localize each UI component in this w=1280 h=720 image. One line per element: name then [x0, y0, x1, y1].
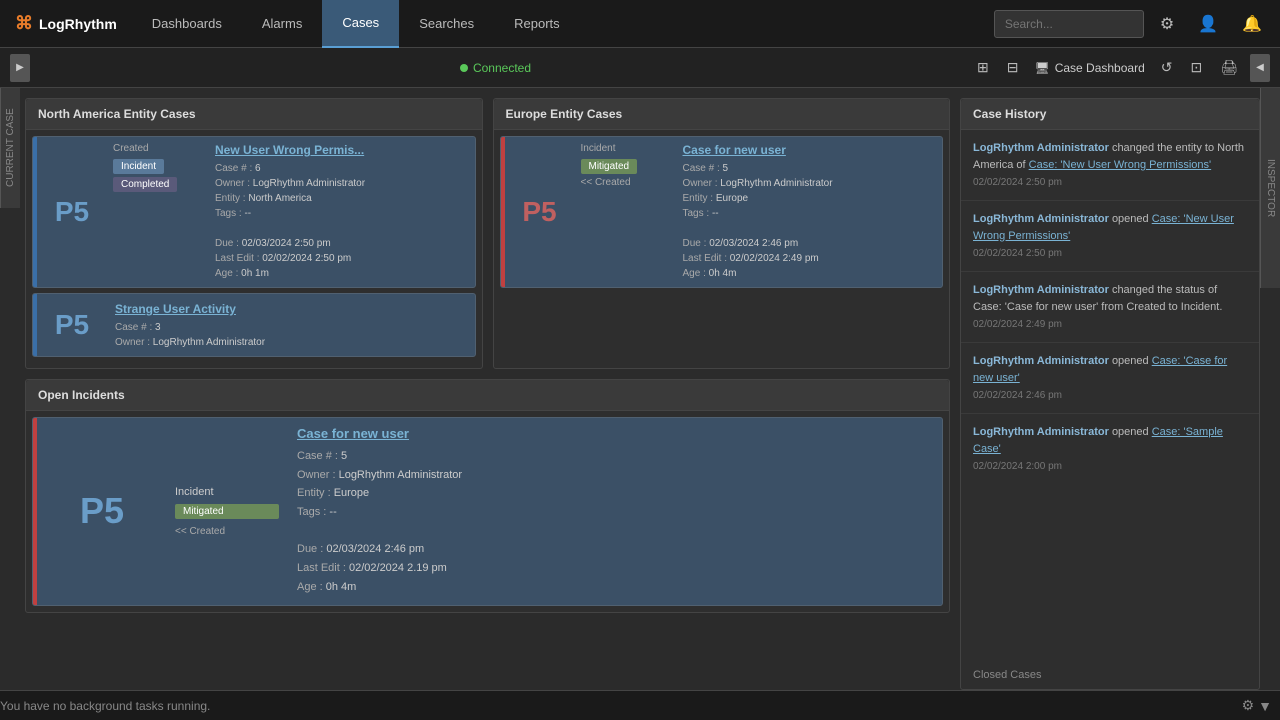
- open-incidents-body: P5 Incident Mitigated << Created Case fo…: [26, 411, 949, 612]
- case-meta-1: Case # : 6 Owner : LogRhythm Administrat…: [215, 161, 467, 281]
- current-case-tab[interactable]: CURRENT CASE: [0, 88, 20, 208]
- monitor-icon: 🖥: [1034, 61, 1049, 75]
- inspector-tab[interactable]: INSPECTOR: [1260, 88, 1280, 288]
- europe-case-title[interactable]: Case for new user: [683, 143, 935, 157]
- download-icon[interactable]: ▼: [1258, 698, 1272, 714]
- case-priority-2: P5: [37, 294, 107, 356]
- logo-text: LogRhythm: [39, 16, 117, 32]
- logo: ⌘ LogRhythm: [0, 13, 132, 34]
- europe-case-meta: Case # : 5 Owner : LogRhythm Administrat…: [683, 161, 935, 281]
- logo-icon: ⌘: [15, 13, 33, 34]
- nav-cases[interactable]: Cases: [322, 0, 399, 48]
- list-item: LogRhythm Administrator changed the enti…: [961, 130, 1259, 201]
- layout-icon-2[interactable]: ⊟: [1001, 57, 1025, 78]
- list-item: LogRhythm Administrator changed the stat…: [961, 272, 1259, 343]
- right-toggle-button[interactable]: ◀: [1250, 54, 1270, 82]
- top-nav: ⌘ LogRhythm Dashboards Alarms Cases Sear…: [0, 0, 1280, 48]
- status-bar-right: ⚙ ▼: [1242, 697, 1280, 714]
- connected-badge: Connected: [460, 61, 531, 75]
- case-history-header: Case History: [961, 99, 1259, 130]
- case-title-2[interactable]: Strange User Activity: [115, 302, 467, 316]
- left-panel: North America Entity Cases P5 Created In…: [25, 88, 950, 690]
- closed-cases-section: Closed Cases: [961, 659, 1259, 689]
- incident-info: Case for new user Case # : 5 Owner : Log…: [287, 418, 942, 605]
- north-america-cases-box: North America Entity Cases P5 Created In…: [25, 98, 483, 369]
- list-item: LogRhythm Administrator opened Case: 'Ca…: [961, 343, 1259, 414]
- connected-label: Connected: [473, 61, 531, 75]
- incident-meta: Case # : 5 Owner : LogRhythm Administrat…: [297, 447, 932, 597]
- list-item: LogRhythm Administrator opened Case: 'Sa…: [961, 414, 1259, 484]
- europe-body: P5 Incident Mitigated << Created Case fo…: [494, 130, 950, 299]
- settings-icon[interactable]: ⚙: [1242, 697, 1255, 714]
- expand-icon[interactable]: ⊡: [1184, 57, 1208, 78]
- case-meta-2: Case # : 3 Owner : LogRhythm Administrat…: [115, 320, 467, 350]
- refresh-icon[interactable]: ↺: [1155, 57, 1179, 78]
- nav-alarms[interactable]: Alarms: [242, 0, 322, 48]
- search-input[interactable]: [994, 10, 1144, 38]
- incident-status-col: Incident Mitigated << Created: [167, 418, 287, 605]
- history-link-0[interactable]: Case: 'New User Wrong Permissions': [1029, 159, 1212, 171]
- entity-cases-section: North America Entity Cases P5 Created In…: [25, 98, 950, 369]
- case-title-1[interactable]: New User Wrong Permis...: [215, 143, 467, 157]
- status-bar: You have no background tasks running. ⚙ …: [0, 690, 1280, 720]
- open-incidents-box: Open Incidents P5 Incident Mitigated << …: [25, 379, 950, 613]
- print-icon[interactable]: 🖨: [1214, 57, 1244, 78]
- list-item: P5 Incident Mitigated << Created Case fo…: [32, 417, 943, 606]
- north-america-header: North America Entity Cases: [26, 99, 482, 130]
- open-incidents-header: Open Incidents: [26, 380, 949, 411]
- europe-case-priority: P5: [505, 137, 575, 287]
- nav-right: ⚙ 👤 🔔: [994, 10, 1280, 38]
- table-row: P5 Incident Mitigated << Created Case fo…: [500, 136, 944, 288]
- case-priority-1: P5: [37, 137, 107, 287]
- nav-searches[interactable]: Searches: [399, 0, 494, 48]
- history-list: LogRhythm Administrator changed the enti…: [961, 130, 1259, 654]
- incident-priority: P5: [37, 418, 167, 605]
- incident-mitigated-badge: Mitigated: [175, 504, 279, 519]
- filter-icon[interactable]: ⚙: [1152, 10, 1182, 38]
- main-content: North America Entity Cases P5 Created In…: [0, 88, 1280, 690]
- sidebar-toggle-button[interactable]: ▶: [10, 54, 30, 82]
- nav-dashboards[interactable]: Dashboards: [132, 0, 242, 48]
- case-info-2: Strange User Activity Case # : 3 Owner :…: [107, 294, 475, 356]
- case-history-panel: Case History LogRhythm Administrator cha…: [960, 98, 1260, 690]
- incident-title[interactable]: Case for new user: [297, 426, 932, 441]
- list-item: LogRhythm Administrator opened Case: 'Ne…: [961, 201, 1259, 272]
- layout-icon-1[interactable]: ⊞: [971, 57, 995, 78]
- case-dashboard-label: 🖥 Case Dashboard: [1034, 61, 1144, 75]
- north-america-body: P5 Created Incident Completed New User W…: [26, 130, 482, 368]
- sub-header-icons: ↺ ⊡ 🖨 ◀: [1155, 54, 1270, 82]
- europe-case-info: Case for new user Case # : 5 Owner : Log…: [675, 137, 943, 287]
- completed-badge-1: Completed: [113, 177, 177, 192]
- nav-reports[interactable]: Reports: [494, 0, 580, 48]
- europe-cases-box: Europe Entity Cases P5 Incident Mitigate…: [493, 98, 951, 369]
- table-row: P5 Created Incident Completed New User W…: [32, 136, 476, 288]
- status-message: You have no background tasks running.: [0, 699, 210, 713]
- europe-header: Europe Entity Cases: [494, 99, 950, 130]
- table-row: P5 Strange User Activity Case # : 3 Owne…: [32, 293, 476, 357]
- case-info-1: New User Wrong Permis... Case # : 6 Owne…: [207, 137, 475, 287]
- user-icon[interactable]: 👤: [1190, 10, 1226, 38]
- europe-status-col: Incident Mitigated << Created: [575, 137, 675, 287]
- mitigated-badge: Mitigated: [581, 159, 638, 174]
- case-status-col-1: Created Incident Completed: [107, 137, 207, 287]
- bell-icon[interactable]: 🔔: [1234, 10, 1270, 38]
- sub-header: ▶ Connected ⊞ ⊟ 🖥 Case Dashboard ↺ ⊡ 🖨 ◀: [0, 48, 1280, 88]
- incident-badge-1: Incident: [113, 159, 164, 174]
- connected-dot: [460, 64, 468, 72]
